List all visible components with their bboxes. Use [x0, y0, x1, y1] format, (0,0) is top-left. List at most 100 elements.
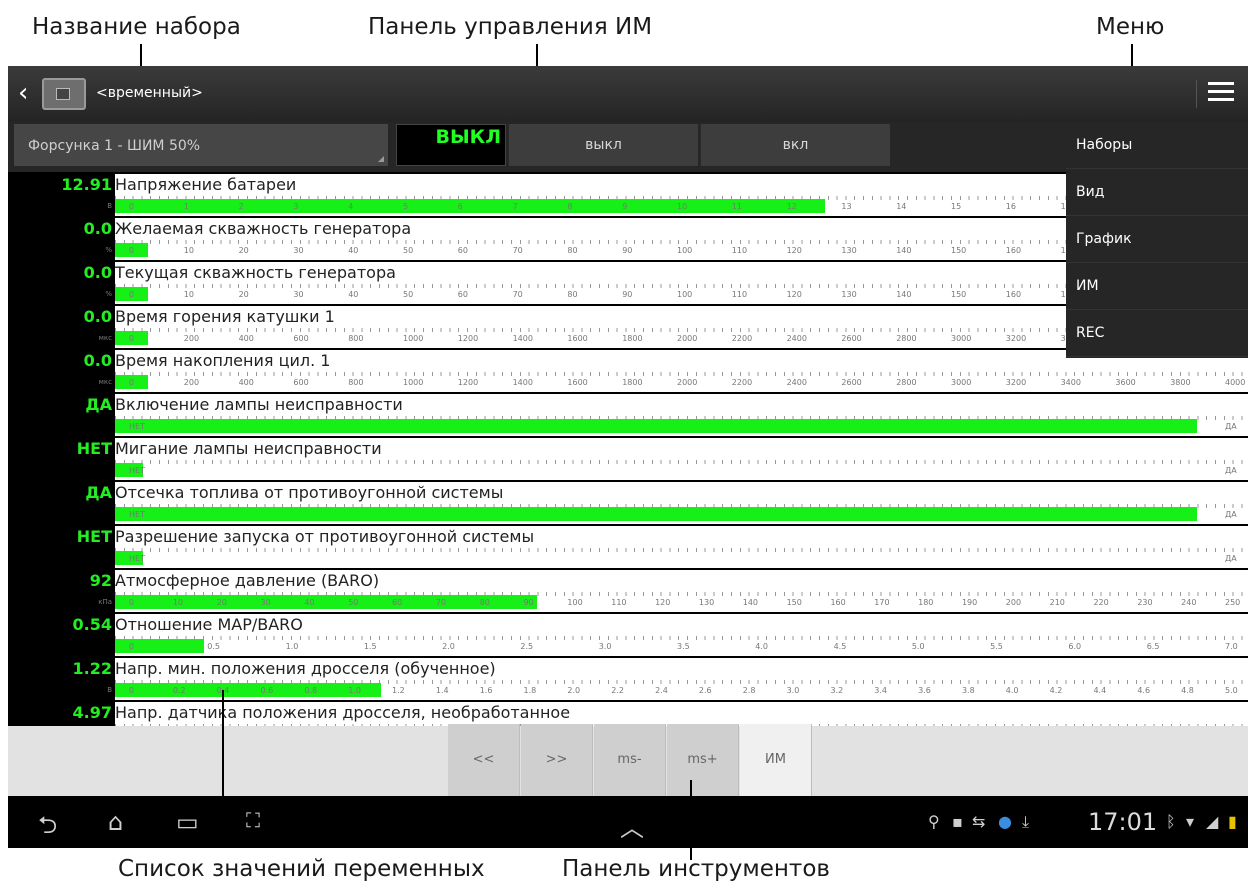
scale-tick-label: 4.4 — [1093, 686, 1107, 695]
actuator-on-button[interactable]: вкл — [700, 124, 890, 166]
variable-row[interactable]: 0.0 мкс Время горения катушки 1 0 200 400 600 8… — [8, 306, 1248, 350]
scale-tick-label: 4.2 — [1049, 686, 1063, 695]
variable-row[interactable]: 12.91 В Напряжение батареи 0 1 2 3 4 5 6 7 8 9 10 11 12… — [8, 174, 1248, 218]
scale-tick-label: 4 — [348, 202, 354, 211]
im-button[interactable]: ИМ — [740, 724, 812, 796]
menu-item[interactable]: Наборы — [1066, 122, 1248, 169]
scale-tick-label: 3.2 — [830, 686, 844, 695]
scale-tick-label: 6.0 — [1068, 642, 1082, 651]
scale-tick-label: 3800 — [1170, 378, 1191, 387]
variable-row[interactable]: ДА Включение лампы неисправности НЕТ ДА — [8, 394, 1248, 438]
actuator-select[interactable]: Форсунка 1 - ШИМ 50% — [14, 124, 388, 166]
variable-name: Отношение MAP/BARO — [115, 615, 303, 634]
scale-tick-label: 4.0 — [1005, 686, 1019, 695]
scale-tick-label: 250 — [1225, 598, 1241, 607]
menu-item[interactable]: График — [1066, 216, 1248, 263]
home-icon[interactable]: ⌂ — [108, 808, 123, 836]
variable-scale: НЕТ ДА — [115, 460, 1248, 480]
scale-tick-label: 180 — [918, 598, 934, 607]
actuator-state: ВЫКЛ — [396, 124, 506, 166]
scale-tick-label: ДА — [1225, 422, 1237, 431]
variable-row[interactable]: ДА Отсечка топлива от противоугонной сист… — [8, 482, 1248, 526]
scale-tick-label: 10 — [183, 246, 194, 255]
scale-tick-label: 50 — [403, 290, 414, 299]
scale-tick-label: 10 — [183, 290, 194, 299]
scale-tick-label: 20 — [238, 290, 249, 299]
scale-tick-label: 3.8 — [961, 686, 975, 695]
overflow-menu-icon[interactable] — [1208, 82, 1234, 104]
scale-tick-label: 130 — [841, 290, 857, 299]
scale-tick-label: 2400 — [786, 334, 807, 343]
variable-row[interactable]: 0.0% Желаемая скважность генератора 0 10 20 3… — [8, 218, 1248, 262]
callout-menu: Меню — [1096, 14, 1165, 40]
scale-tick-label: 2.0 — [567, 686, 581, 695]
scale-tick-label: 200 — [183, 334, 200, 343]
scale-tick-label: 0 — [129, 642, 135, 651]
scale-tick-label: 190 — [961, 598, 978, 607]
variable-unit: мкс — [98, 378, 112, 386]
forward-button[interactable]: >> — [521, 724, 593, 796]
scale-tick-label: 220 — [1093, 598, 1109, 607]
actuator-off-button[interactable]: выкл — [508, 124, 698, 166]
app-icon[interactable] — [42, 78, 86, 110]
value-bar — [115, 419, 1198, 433]
scale-tick-label: 40 — [348, 246, 359, 255]
scale-tick-label: ДА — [1225, 554, 1237, 563]
scale-tick-label: 2800 — [896, 378, 917, 387]
value-bar — [115, 683, 382, 697]
callout-toolbar: Панель инструментов — [562, 856, 830, 882]
menu-item[interactable]: REC — [1066, 310, 1248, 357]
scale-tick-label: 10 — [677, 202, 688, 211]
scale-tick-label: 1800 — [622, 378, 643, 387]
scale-tick-label: 7.0 — [1225, 642, 1238, 651]
scale-tick-label: 10 — [172, 598, 184, 607]
scale-tick-label: 400 — [238, 378, 254, 387]
recent-apps-icon[interactable]: ▭ — [176, 808, 199, 836]
back-chevron-icon[interactable]: ‹ — [18, 78, 28, 108]
scale-tick-label: 200 — [183, 378, 200, 387]
scale-tick-label: 60 — [457, 290, 468, 299]
variable-row[interactable]: 0.0 мкс Время накопления цил. 1 0 200 400 600 8… — [8, 350, 1248, 394]
scale-tick-label: 0.6 — [260, 686, 274, 695]
scale-tick-label: 160 — [1005, 246, 1022, 255]
scale-tick-label: 2.2 — [611, 686, 624, 695]
scale-tick-label: 160 — [1005, 290, 1022, 299]
menu-item[interactable]: Вид — [1066, 169, 1248, 216]
ms-minus-button[interactable]: ms- — [594, 724, 666, 796]
rewind-button[interactable]: << — [448, 724, 520, 796]
variable-row[interactable]: 0.54 Отношение MAP/BARO 0 0.5 1.0 1.5 2.0 2.5 3.… — [8, 614, 1248, 658]
scale-tick-label: 1 — [183, 202, 189, 211]
back-icon[interactable]: ⮌ — [38, 808, 57, 848]
bluetooth-icon: ᛒ — [1166, 812, 1176, 831]
scale-tick-label: НЕТ — [129, 466, 145, 475]
scale-tick-label: 1.0 — [285, 642, 299, 651]
variable-scale: НЕТ ДА — [115, 504, 1248, 524]
scale-tick-label: 5 — [403, 202, 409, 211]
variable-value: НЕТ — [76, 439, 112, 458]
variable-name-area: Отсечка топлива от противоугонной систем… — [115, 482, 1248, 504]
signal-icon: ◢ — [1206, 812, 1219, 831]
variable-row[interactable]: 92 кПа Атмосферное давление (BARO) 0 10 20 30 4… — [8, 570, 1248, 614]
scale-tick-label: 1000 — [403, 378, 424, 387]
variable-list[interactable]: 12.91 В Напряжение батареи 0 1 2 3 4 5 6 7 8 9 10 11 12… — [8, 174, 1248, 790]
variable-row[interactable]: НЕТ Мигание лампы неисправности НЕТ ДА — [8, 438, 1248, 482]
variable-row[interactable]: 0.0% Текущая скважность генератора 0 10 20 30… — [8, 262, 1248, 306]
scale-tick-label: 70 — [512, 290, 523, 299]
chevron-up-icon[interactable]: ︿ — [620, 808, 644, 843]
variable-row[interactable]: НЕТ Разрешение запуска от противоугонной … — [8, 526, 1248, 570]
scale-tick-label: 100 — [567, 598, 583, 607]
scale-tick-label: 1200 — [457, 378, 479, 387]
variable-value: 1.22 — [72, 659, 112, 678]
menu-item[interactable]: ИМ — [1066, 263, 1248, 310]
screenshot-icon[interactable]: ⛶ — [246, 808, 260, 832]
battery-icon: ▮ — [1228, 812, 1237, 831]
variable-value: 0.0 — [83, 307, 112, 326]
scale-tick-label: 60 — [457, 246, 468, 255]
ms-plus-button[interactable]: ms+ — [667, 724, 739, 796]
scale-tick-label: 170 — [874, 598, 890, 607]
callout-var-list: Список значений переменных — [118, 856, 485, 882]
scale-tick-label: 1400 — [512, 334, 533, 343]
variable-row[interactable]: 1.22 В Напр. мин. положения дросселя (обуч… — [8, 658, 1248, 702]
scale-tick-label: 80 — [479, 598, 490, 607]
scale-tick-label: 80 — [567, 246, 578, 255]
